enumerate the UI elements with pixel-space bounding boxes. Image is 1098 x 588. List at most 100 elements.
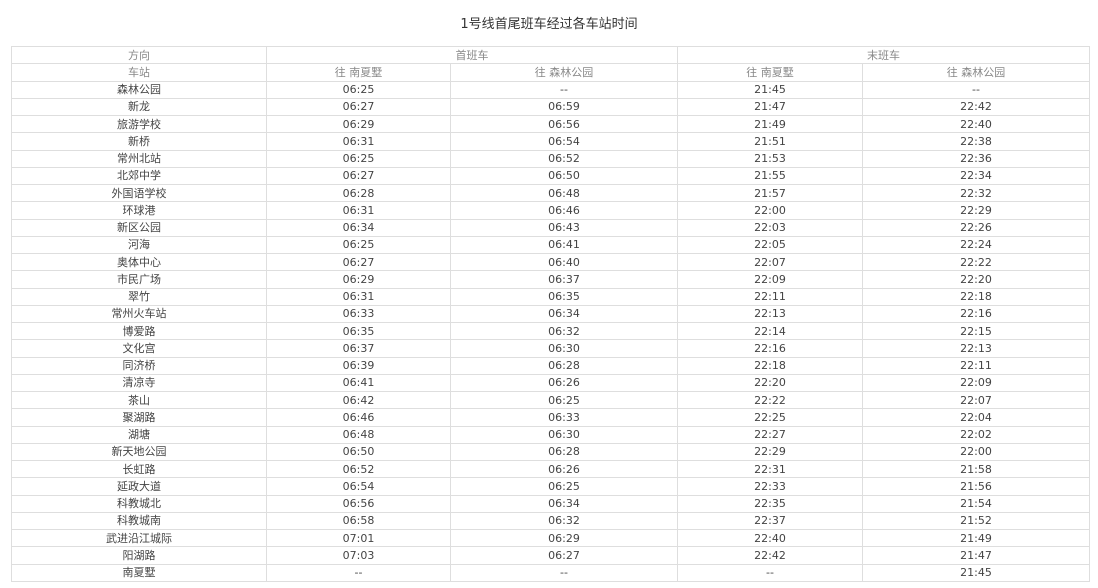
last-to-nanxiashu-cell: 22:33 xyxy=(677,477,863,496)
last-to-nanxiashu-cell: 22:35 xyxy=(677,494,863,513)
table-row: 市民广场 06:29 06:37 22:09 22:20 xyxy=(11,270,1090,289)
last-to-senlin-park-cell: 22:11 xyxy=(862,356,1090,375)
last-to-senlin-park-cell: 22:29 xyxy=(862,201,1090,220)
last-to-senlin-park-cell: 22:07 xyxy=(862,390,1090,410)
last-to-senlin-park-cell: 21:47 xyxy=(862,546,1090,565)
first-to-nanxiashu-cell: 06:31 xyxy=(266,287,451,306)
table-row: 聚湖路 06:46 06:33 22:25 22:04 xyxy=(11,408,1090,427)
timetable: 方向 首班车 末班车 车站 往 南夏墅 往 森林公园 往 南夏墅 往 森林公园 … xyxy=(11,45,1090,582)
first-to-nanxiashu-cell: 06:48 xyxy=(266,425,451,444)
table-header: 方向 首班车 末班车 车站 往 南夏墅 往 森林公园 往 南夏墅 往 森林公园 xyxy=(11,45,1090,82)
last-to-nanxiashu-cell: 22:14 xyxy=(677,321,863,341)
first-to-senlin-park-cell: 06:46 xyxy=(450,201,678,220)
last-to-senlin-park-cell: 21:54 xyxy=(862,494,1090,513)
table-row: 河海 06:25 06:41 22:05 22:24 xyxy=(11,235,1090,255)
station-cell: 清凉寺 xyxy=(11,373,267,393)
first-to-nanxiashu-cell: 06:29 xyxy=(266,270,451,289)
table-row: 茶山 06:42 06:25 22:22 22:07 xyxy=(11,390,1090,410)
last-to-nanxiashu-cell: 22:18 xyxy=(677,356,863,375)
last-to-senlin-park-cell: 21:58 xyxy=(862,459,1090,479)
first-to-senlin-park-cell: -- xyxy=(450,563,678,582)
last-to-senlin-park-cell: 21:45 xyxy=(862,563,1090,582)
first-to-senlin-park-cell: 06:32 xyxy=(450,511,678,531)
station-cell: 博爱路 xyxy=(11,321,267,341)
page-title: 1号线首尾班车经过各车站时间 xyxy=(460,17,638,32)
station-cell: 湖塘 xyxy=(11,425,267,444)
last-to-nanxiashu-cell: 22:20 xyxy=(677,373,863,393)
station-cell: 新龙 xyxy=(11,97,267,117)
first-to-nanxiashu-cell: 06:28 xyxy=(266,183,451,203)
first-to-senlin-park-cell: 06:26 xyxy=(450,459,678,479)
last-to-nanxiashu-cell: 21:47 xyxy=(677,97,863,117)
table-row: 常州北站 06:25 06:52 21:53 22:36 xyxy=(11,149,1090,168)
table-row: 奥体中心 06:27 06:40 22:07 22:22 xyxy=(11,252,1090,272)
first-to-senlin-park-cell: 06:28 xyxy=(450,442,678,462)
table-row: 新桥 06:31 06:54 21:51 22:38 xyxy=(11,132,1090,151)
first-to-nanxiashu-cell: 06:54 xyxy=(266,477,451,496)
last-to-senlin-park-cell: 22:09 xyxy=(862,373,1090,393)
table-row: 长虹路 06:52 06:26 22:31 21:58 xyxy=(11,459,1090,479)
last-to-senlin-park-cell: 22:26 xyxy=(862,218,1090,237)
table-row: 新龙 06:27 06:59 21:47 22:42 xyxy=(11,97,1090,117)
table-row: 旅游学校 06:29 06:56 21:49 22:40 xyxy=(11,114,1090,134)
header-last-train: 末班车 xyxy=(677,45,1090,65)
header-first-to-senlin-park: 往 森林公园 xyxy=(450,63,678,82)
first-to-senlin-park-cell: 06:35 xyxy=(450,287,678,306)
station-cell: 聚湖路 xyxy=(11,408,267,427)
first-to-senlin-park-cell: 06:29 xyxy=(450,528,678,548)
last-to-nanxiashu-cell: 21:57 xyxy=(677,183,863,203)
last-to-nanxiashu-cell: 21:49 xyxy=(677,114,863,134)
station-cell: 外国语学校 xyxy=(11,183,267,203)
first-to-senlin-park-cell: 06:25 xyxy=(450,390,678,410)
station-cell: 翠竹 xyxy=(11,287,267,306)
table-row: 清凉寺 06:41 06:26 22:20 22:09 xyxy=(11,373,1090,393)
station-cell: 南夏墅 xyxy=(11,563,267,582)
last-to-senlin-park-cell: 21:56 xyxy=(862,477,1090,496)
first-to-nanxiashu-cell: 06:50 xyxy=(266,442,451,462)
first-to-senlin-park-cell: 06:30 xyxy=(450,339,678,358)
table-row: 外国语学校 06:28 06:48 21:57 22:32 xyxy=(11,183,1090,203)
last-to-senlin-park-cell: -- xyxy=(862,80,1090,99)
table-row: 延政大道 06:54 06:25 22:33 21:56 xyxy=(11,477,1090,496)
first-to-senlin-park-cell: 06:50 xyxy=(450,166,678,186)
station-cell: 旅游学校 xyxy=(11,114,267,134)
table-body: 森林公园 06:25 -- 21:45 -- 新龙 06:27 06:59 21:47 22:42… xyxy=(11,80,1090,582)
first-to-senlin-park-cell: 06:59 xyxy=(450,97,678,117)
first-to-nanxiashu-cell: 06:25 xyxy=(266,149,451,168)
last-to-nanxiashu-cell: -- xyxy=(677,563,863,582)
table-row: 环球港 06:31 06:46 22:00 22:29 xyxy=(11,201,1090,220)
last-to-senlin-park-cell: 22:16 xyxy=(862,304,1090,324)
last-to-nanxiashu-cell: 22:00 xyxy=(677,201,863,220)
last-to-senlin-park-cell: 22:36 xyxy=(862,149,1090,168)
header-row-station: 车站 往 南夏墅 往 森林公园 往 南夏墅 往 森林公园 xyxy=(11,63,1090,82)
station-cell: 新桥 xyxy=(11,132,267,151)
station-cell: 科教城南 xyxy=(11,511,267,531)
station-cell: 科教城北 xyxy=(11,494,267,513)
last-to-senlin-park-cell: 22:04 xyxy=(862,408,1090,427)
last-to-nanxiashu-cell: 22:16 xyxy=(677,339,863,358)
first-to-nanxiashu-cell: 06:25 xyxy=(266,235,451,255)
first-to-senlin-park-cell: 06:28 xyxy=(450,356,678,375)
station-cell: 奥体中心 xyxy=(11,252,267,272)
station-cell: 常州北站 xyxy=(11,149,267,168)
station-cell: 市民广场 xyxy=(11,270,267,289)
table-row: 南夏墅 -- -- -- 21:45 xyxy=(11,563,1090,582)
last-to-nanxiashu-cell: 22:31 xyxy=(677,459,863,479)
last-to-nanxiashu-cell: 22:09 xyxy=(677,270,863,289)
station-cell: 同济桥 xyxy=(11,356,267,375)
first-to-senlin-park-cell: 06:40 xyxy=(450,252,678,272)
first-to-nanxiashu-cell: 06:31 xyxy=(266,201,451,220)
station-cell: 新区公园 xyxy=(11,218,267,237)
first-to-senlin-park-cell: 06:48 xyxy=(450,183,678,203)
first-to-nanxiashu-cell: 06:42 xyxy=(266,390,451,410)
station-cell: 森林公园 xyxy=(11,80,267,99)
last-to-senlin-park-cell: 22:34 xyxy=(862,166,1090,186)
last-to-nanxiashu-cell: 22:07 xyxy=(677,252,863,272)
first-to-senlin-park-cell: 06:54 xyxy=(450,132,678,151)
last-to-nanxiashu-cell: 21:55 xyxy=(677,166,863,186)
first-to-nanxiashu-cell: 06:33 xyxy=(266,304,451,324)
first-to-senlin-park-cell: 06:52 xyxy=(450,149,678,168)
table-row: 博爱路 06:35 06:32 22:14 22:15 xyxy=(11,321,1090,341)
first-to-nanxiashu-cell: 06:27 xyxy=(266,166,451,186)
station-cell: 新天地公园 xyxy=(11,442,267,462)
